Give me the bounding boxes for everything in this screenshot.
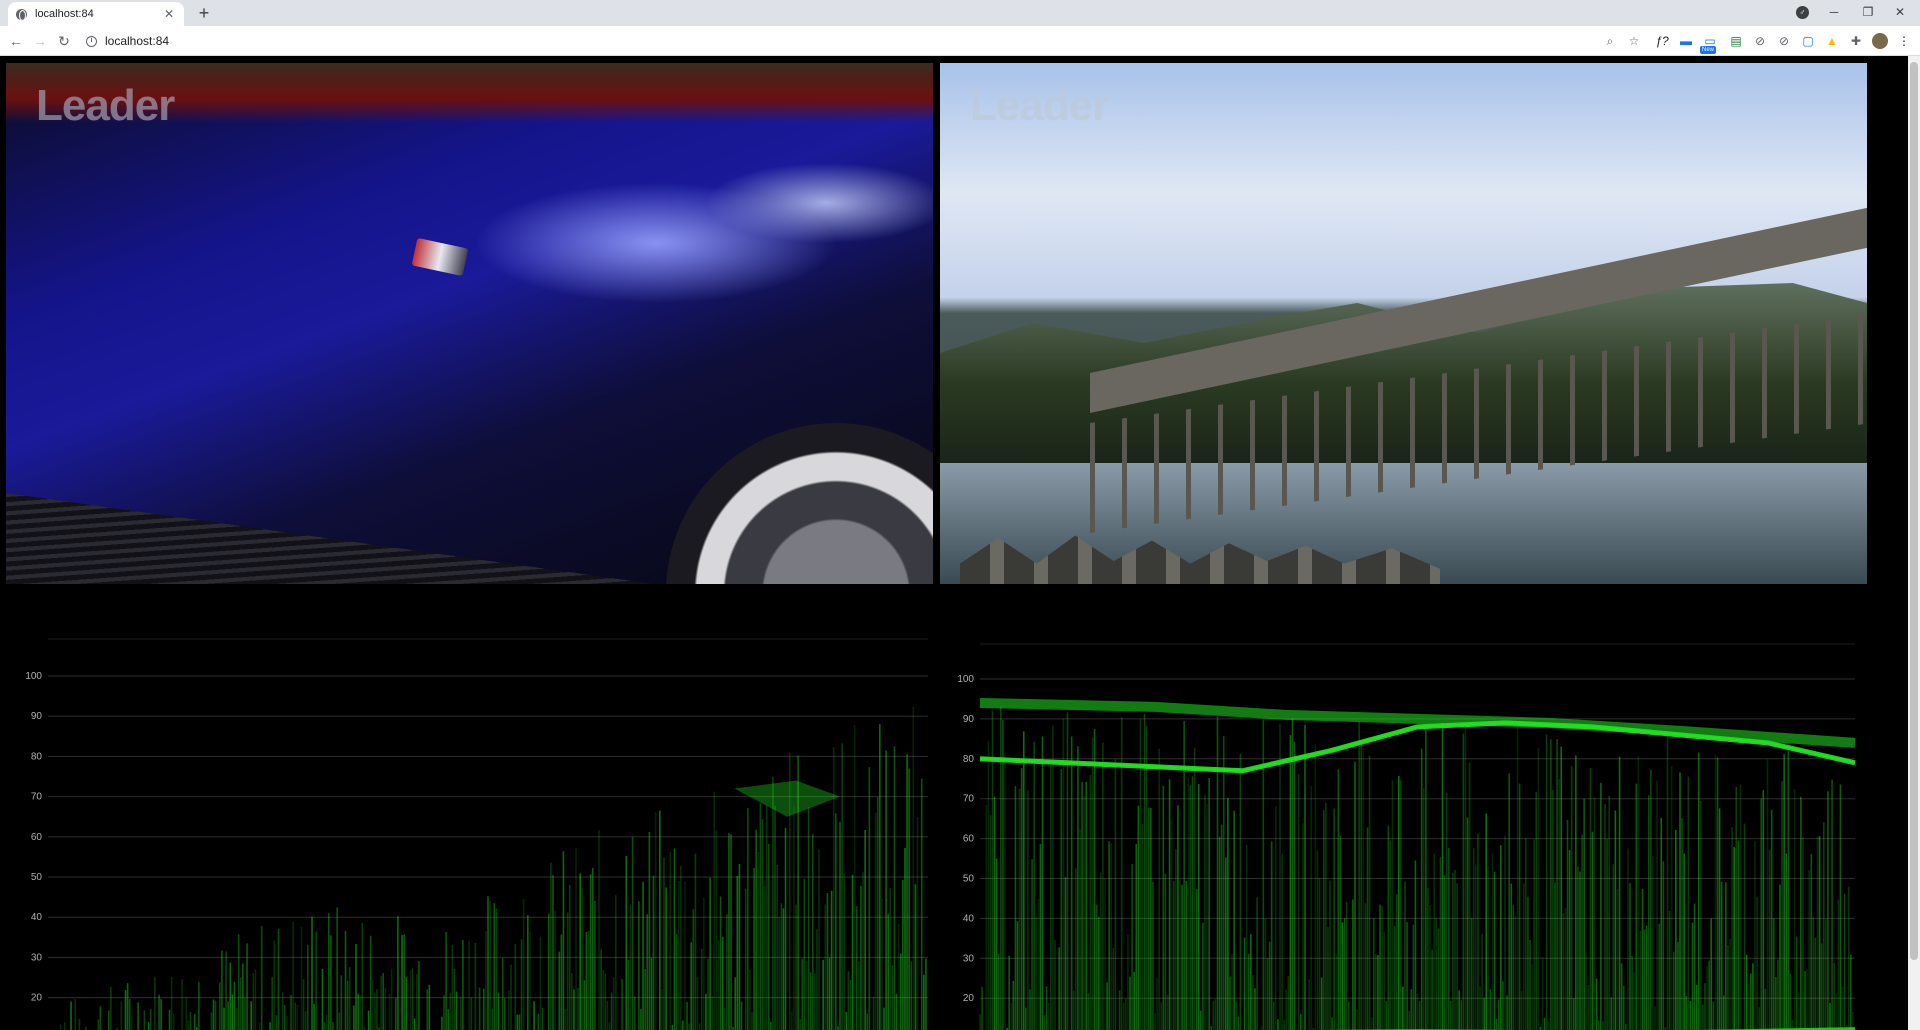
chat-extension-icon[interactable]: ▢ xyxy=(1800,33,1816,49)
tick-label-100: 100 xyxy=(957,674,974,685)
vertical-scrollbar[interactable] xyxy=(1908,56,1920,1030)
tick-label-90: 90 xyxy=(963,714,975,725)
forward-arrow-icon[interactable]: → xyxy=(30,31,50,51)
blue-extension-icon[interactable]: ▬ xyxy=(1678,33,1694,49)
tick-label-80: 80 xyxy=(963,754,975,765)
tick-label-90: 90 xyxy=(31,711,43,722)
close-window-button[interactable]: ✕ xyxy=(1878,0,1920,26)
tab-strip: localhost:84 ✕ + ♂ ─ ❐ ✕ xyxy=(0,0,1920,26)
page-viewport: Leader Leader 100908070605040302010 1009… xyxy=(0,56,1920,1030)
tab-title: localhost:84 xyxy=(35,8,94,20)
function-extension-icon[interactable]: ƒ? xyxy=(1654,33,1670,49)
tab-close-icon[interactable]: ✕ xyxy=(162,7,176,21)
site-info-icon[interactable]: i xyxy=(86,35,97,47)
tick-label-50: 50 xyxy=(31,872,43,883)
tick-label-60: 60 xyxy=(31,832,43,843)
waveform-left-svg: 100908070605040302010 xyxy=(25,638,928,1030)
tick-label-40: 40 xyxy=(31,912,43,923)
video-player-bridge[interactable]: Leader xyxy=(940,63,1867,584)
menu-kebab-icon[interactable]: ⋮ xyxy=(1896,33,1912,49)
tick-label-70: 70 xyxy=(963,794,975,805)
new-badge: New xyxy=(1700,46,1717,54)
tick-label-20: 20 xyxy=(963,993,975,1004)
waveform-scope-right: 100908070605040302010 xyxy=(935,596,1870,1030)
waveform-scope-left: 100908070605040302010 xyxy=(0,596,935,1030)
tick-label-30: 30 xyxy=(963,953,975,964)
video-player-car[interactable]: Leader xyxy=(6,63,933,584)
new-extension-icon[interactable]: ▭ New xyxy=(1700,33,1718,54)
browser-toolbar: ← → ↻ i localhost:84 ⌕ ☆ ƒ? ▬ ▭ New ▤ ⊘ … xyxy=(0,26,1920,56)
extensions-puzzle-icon[interactable]: ✚ xyxy=(1848,33,1864,49)
tick-label-80: 80 xyxy=(31,751,43,762)
profile-avatar[interactable] xyxy=(1872,33,1888,49)
new-tab-button[interactable]: + xyxy=(194,3,214,23)
tick-label-20: 20 xyxy=(31,993,43,1004)
tick-label-30: 30 xyxy=(31,952,43,963)
leader-logo-watermark: Leader xyxy=(970,81,1109,130)
globe-icon xyxy=(16,8,27,21)
reload-icon[interactable]: ↻ xyxy=(54,31,74,51)
tick-label-70: 70 xyxy=(31,792,43,803)
drive-extension-icon[interactable]: ▲ xyxy=(1824,33,1840,49)
url-text[interactable]: localhost:84 xyxy=(105,34,169,48)
calendar-extension-icon[interactable]: ▤ xyxy=(1728,33,1744,49)
tab-localhost[interactable]: localhost:84 ✕ xyxy=(8,2,184,26)
tick-label-60: 60 xyxy=(963,834,975,845)
blocked-extension-icon-1[interactable]: ⊘ xyxy=(1752,33,1768,49)
blocked-extension-icon-2[interactable]: ⊘ xyxy=(1776,33,1792,49)
tick-label-40: 40 xyxy=(963,913,975,924)
scrollbar-thumb[interactable] xyxy=(1910,62,1918,960)
waveform-blob xyxy=(734,780,840,817)
car-wheel xyxy=(666,423,933,584)
tick-label-50: 50 xyxy=(963,874,975,885)
tick-label-100: 100 xyxy=(25,671,42,682)
back-arrow-icon[interactable]: ← xyxy=(6,31,26,51)
waveform-right-svg: 100908070605040302010 xyxy=(957,643,1856,1030)
bookmark-star-icon[interactable]: ☆ xyxy=(1626,33,1642,49)
address-bar[interactable]: i localhost:84 xyxy=(86,30,1642,52)
car-side-sill xyxy=(6,493,706,584)
profile-badge-icon[interactable]: ♂ xyxy=(1796,6,1809,19)
car-emblem xyxy=(411,237,469,277)
leader-logo-watermark: Leader xyxy=(36,81,175,130)
zoom-icon[interactable]: ⌕ xyxy=(1602,33,1618,49)
